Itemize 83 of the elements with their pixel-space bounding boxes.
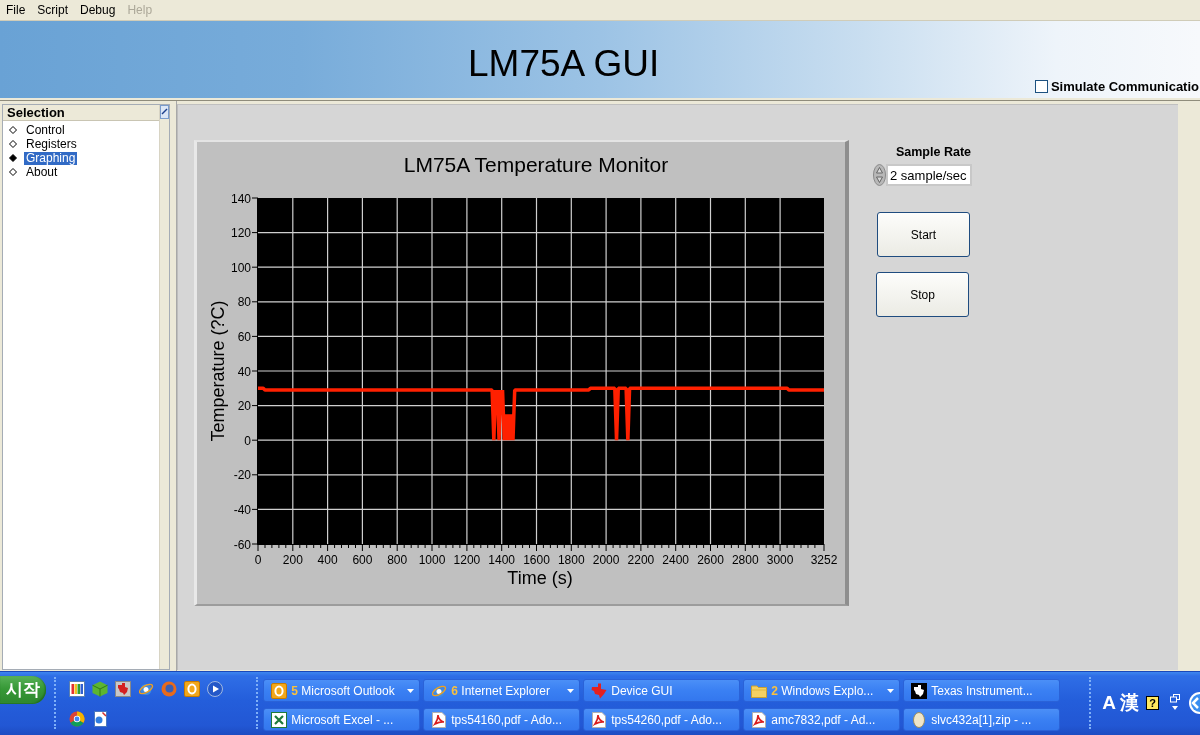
axis-tick-label: 2400	[662, 553, 690, 567]
axis-tick-label: 1200	[453, 553, 481, 567]
tree-item[interactable]: Control	[24, 123, 67, 137]
play-icon[interactable]	[207, 681, 224, 697]
stop-button[interactable]: Stop	[876, 272, 969, 317]
axis-tick-label: -20	[233, 468, 251, 483]
axis-tick-label: 60	[237, 329, 251, 344]
menu-item[interactable]: Debug	[74, 2, 122, 18]
taskbar-button[interactable]: tps54260,pdf - Ado...	[583, 708, 741, 731]
menu-item[interactable]: Script	[31, 2, 75, 18]
taskbar-button[interactable]: Device GUI	[583, 679, 741, 702]
x-tile-icon	[271, 711, 288, 728]
taskbar-button[interactable]: 2 Windows Explo...	[743, 679, 901, 702]
taskbar-button[interactable]: slvc432a[1],zip - ...	[903, 708, 1061, 731]
help-button[interactable]: ?	[1146, 696, 1159, 710]
diagonal-mark-icon[interactable]	[160, 105, 169, 119]
axis-tick-label: 3000	[766, 553, 794, 567]
axis-tick-label: 100	[230, 260, 251, 275]
bars-icon[interactable]	[69, 681, 86, 697]
axis-tick-label: 3252	[810, 553, 838, 567]
ring-tile-icon[interactable]	[184, 681, 201, 697]
start-menu-button[interactable]: 시작	[0, 676, 47, 704]
taskbar-button[interactable]: Microsoft Excel - ...	[263, 708, 421, 731]
axis-tick-label: 2000	[592, 553, 620, 567]
axis-tick-label: 2800	[731, 553, 759, 567]
circle-logo-icon[interactable]	[69, 711, 86, 727]
y-axis-label: Temperature (?C)	[208, 300, 228, 442]
axis-tick-label: 2200	[627, 553, 655, 567]
taskbar-button[interactable]: 6 Internet Explorer	[423, 679, 581, 702]
simulate-checkbox[interactable]: Simulate Communicatio	[1034, 79, 1200, 94]
axis-tick-label: 80	[237, 295, 251, 310]
sample-rate-field[interactable]: 2 sample/sec	[886, 164, 972, 186]
axis-tick-label: 200	[282, 553, 303, 567]
axis-tick-label: -40	[233, 502, 251, 517]
taskbar-button[interactable]: Texas Instrument...	[903, 679, 1061, 702]
taskbar-button[interactable]: tps54160,pdf - Ado...	[423, 708, 581, 731]
grip-icon	[256, 677, 260, 729]
emblem-tile-icon[interactable]	[115, 681, 132, 697]
ring-tile-icon	[271, 682, 288, 699]
grip-icon	[54, 677, 58, 729]
taskbar-button[interactable]: 5 Microsoft Outlook	[263, 679, 421, 702]
axis-tick-label: 600	[352, 553, 373, 567]
ime-indicator[interactable]: 漢	[1120, 692, 1139, 714]
field-label: Sample Rate	[895, 145, 971, 159]
axis-tick-label: 0	[254, 553, 262, 567]
folder-icon	[751, 682, 768, 699]
axis-tick-label: 0	[244, 433, 251, 448]
emblem-icon	[591, 682, 608, 699]
tree-header: Selection	[3, 105, 159, 121]
chart-title: LM75A Temperature Monitor	[403, 153, 669, 176]
document-icon	[591, 711, 608, 728]
document-icon	[431, 711, 448, 728]
ime-indicator[interactable]: A	[1102, 692, 1116, 714]
arrow-circle-icon[interactable]	[1188, 692, 1200, 714]
emblem-tile-icon	[911, 682, 928, 699]
document-icon	[751, 711, 768, 728]
checkbox-icon[interactable]	[1034, 80, 1048, 93]
tree-item[interactable]: Graphing	[24, 151, 78, 165]
taskbar-button[interactable]: amc7832,pdf - Ad...	[743, 708, 901, 731]
app-title: LM75A GUI	[468, 42, 660, 82]
axis-tick-label: 20	[237, 399, 251, 414]
start-button[interactable]: Start	[877, 212, 970, 257]
axis-tick-label: 120	[230, 226, 251, 241]
axis-tick-label: 800	[387, 553, 408, 567]
axis-tick-label: 1600	[523, 553, 550, 567]
tree-item[interactable]: Registers	[24, 137, 79, 151]
restore-icon[interactable]	[1170, 694, 1180, 712]
axis-tick-label: 40	[237, 364, 251, 379]
menu-item[interactable]: File	[0, 2, 32, 18]
axis-tick-label: 1400	[488, 553, 516, 567]
axis-tick-label: 1000	[418, 553, 446, 567]
axis-tick-label: -60	[233, 537, 251, 552]
egg-icon	[911, 711, 928, 728]
axis-tick-label: 400	[317, 553, 338, 567]
axis-tick-label: 1800	[557, 553, 585, 567]
spinner-arrows-icon[interactable]	[873, 164, 886, 186]
tree-item[interactable]: About	[24, 165, 60, 179]
page-icon[interactable]	[92, 711, 109, 727]
ringed-globe-icon[interactable]	[138, 681, 155, 697]
x-axis-label: Time (s)	[507, 568, 573, 588]
grip-icon	[1089, 677, 1093, 729]
axis-tick-label: 140	[230, 191, 251, 206]
axis-tick-label: 2600	[697, 553, 724, 567]
